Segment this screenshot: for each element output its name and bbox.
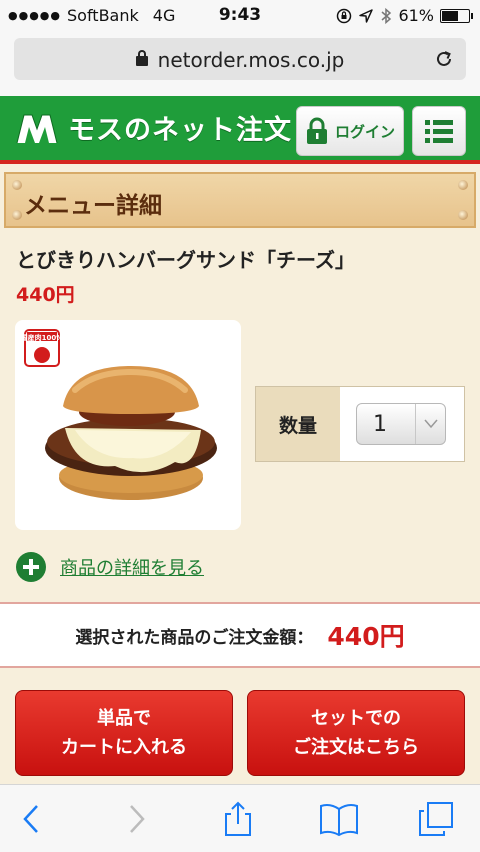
button-label-line: セットでの xyxy=(311,708,401,729)
button-label-line: カートに入れる xyxy=(61,737,187,758)
login-button[interactable]: ログイン xyxy=(296,106,404,156)
status-right: 61% xyxy=(336,6,473,25)
nail-icon xyxy=(12,210,22,220)
battery-fill xyxy=(442,10,458,21)
forward-icon[interactable] xyxy=(118,801,154,837)
nail-icon xyxy=(458,210,468,220)
address-bar[interactable]: netorder.mos.co.jp xyxy=(14,38,466,80)
logo-text: モスのネット注文 xyxy=(68,115,292,146)
mos-logo-mark-icon xyxy=(16,114,58,143)
share-icon[interactable] xyxy=(220,801,256,837)
order-total-value: 440円 xyxy=(327,622,405,651)
battery-percent: 61% xyxy=(398,6,434,25)
product-image: 国産肉100% xyxy=(15,320,241,530)
detail-link-row[interactable]: 商品の詳細を見る xyxy=(16,552,204,582)
browser-address-area: netorder.mos.co.jp xyxy=(0,32,480,96)
quantity-cell: 1 xyxy=(340,387,464,461)
product-name: とびきりハンバーグサンド「チーズ」 xyxy=(16,248,355,272)
nail-icon xyxy=(458,180,468,190)
lock-icon xyxy=(306,117,327,144)
bluetooth-icon xyxy=(381,7,392,24)
order-set-button[interactable]: セットでの ご注文はこちら xyxy=(247,690,465,776)
quantity-select[interactable]: 1 xyxy=(356,403,446,445)
location-arrow-icon xyxy=(359,8,374,23)
order-total-bar: 選択された商品のご注文金額： 440円 xyxy=(0,602,480,668)
browser-toolbar xyxy=(0,784,480,852)
site-logo[interactable]: モスのネット注文 xyxy=(14,108,292,147)
product-price: 440円 xyxy=(16,284,75,306)
menu-button[interactable] xyxy=(412,106,466,156)
quantity-value: 1 xyxy=(373,412,387,437)
lock-icon xyxy=(135,50,148,66)
product-detail-link[interactable]: 商品の詳細を見る xyxy=(60,554,204,580)
site-header: モスのネット注文 ログイン xyxy=(0,96,480,164)
order-total-label: 選択された商品のご注文金額： xyxy=(75,627,314,648)
burger-illustration: 国産肉100% xyxy=(21,329,217,500)
url-text: netorder.mos.co.jp xyxy=(157,48,345,72)
menu-list-icon xyxy=(425,120,453,143)
plus-circle-icon xyxy=(16,552,46,582)
domestic-meat-badge: 国産肉100% xyxy=(21,329,64,367)
quantity-box: 数量 1 xyxy=(255,386,465,462)
orientation-lock-icon xyxy=(337,8,352,23)
tabs-icon[interactable] xyxy=(418,801,454,837)
chevron-down-icon xyxy=(415,404,445,444)
section-title: メニュー詳細 xyxy=(24,193,162,219)
url-display[interactable]: netorder.mos.co.jp xyxy=(14,48,466,72)
back-icon[interactable] xyxy=(14,801,50,837)
add-single-to-cart-button[interactable]: 単品で カートに入れる xyxy=(15,690,233,776)
badge-text: 国産肉100% xyxy=(21,333,64,342)
nail-icon xyxy=(12,180,22,190)
battery-icon xyxy=(440,8,473,23)
section-title-board: メニュー詳細 xyxy=(4,172,476,228)
button-label-line: ご注文はこちら xyxy=(293,737,419,758)
quantity-label: 数量 xyxy=(256,387,340,461)
reload-icon[interactable] xyxy=(434,49,454,69)
login-label: ログイン xyxy=(334,122,395,141)
status-bar: ●●●●● SoftBank 4G 9:43 61% xyxy=(0,0,480,32)
button-label-line: 単品で xyxy=(97,708,151,729)
bookmarks-icon[interactable] xyxy=(318,801,360,837)
